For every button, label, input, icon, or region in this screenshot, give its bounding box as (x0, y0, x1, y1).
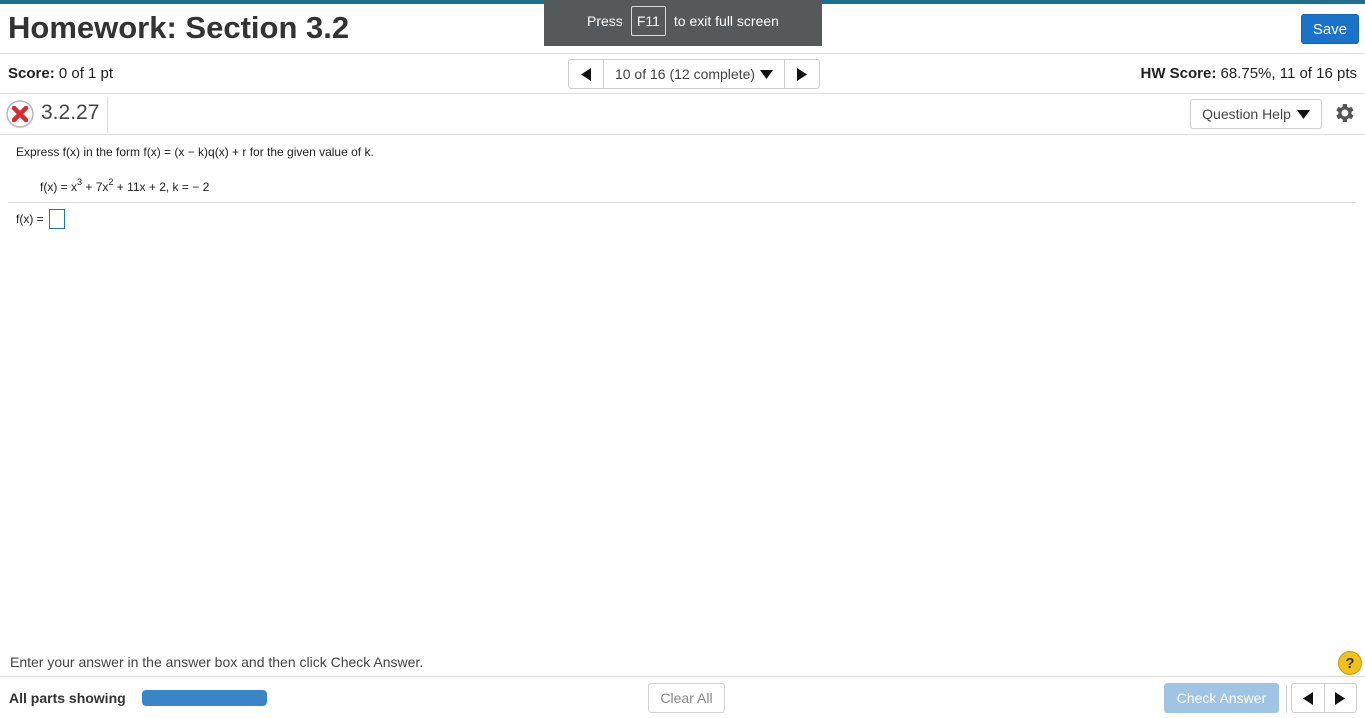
score-value: 0 of 1 pt (58, 65, 114, 82)
expression-suffix: + 11x + 2, k = − 2 (113, 180, 210, 194)
question-help-button[interactable]: Question Help (1190, 99, 1322, 129)
divider (0, 134, 1365, 135)
next-question-button[interactable] (785, 60, 819, 88)
footer-instruction: Enter your answer in the answer box and … (10, 654, 424, 670)
arrow-left-icon (1302, 691, 1313, 705)
divider (1286, 685, 1287, 713)
divider (0, 93, 1365, 94)
divider (0, 53, 1365, 54)
answer-input[interactable] (49, 209, 65, 229)
expression-middle: + 7x (82, 180, 109, 194)
answer-label: f(x) = (16, 212, 44, 226)
arrow-left-icon (581, 67, 591, 81)
question-list-dropdown[interactable]: 10 of 16 (12 complete) (603, 60, 785, 88)
expression-prefix: f(x) = x (40, 180, 78, 194)
x-icon (6, 100, 34, 128)
chevron-down-icon (760, 69, 774, 79)
question-position: 10 of 16 (12 complete) (614, 66, 756, 82)
check-answer-button[interactable]: Check Answer (1164, 683, 1279, 713)
hw-score-label: HW Score: (1140, 65, 1217, 82)
previous-question-button[interactable] (1292, 684, 1324, 712)
fullscreen-rest-text: to exit full screen (673, 13, 779, 29)
f11-key: F11 (630, 6, 666, 36)
previous-question-button[interactable] (569, 60, 603, 88)
hw-score: HW Score: 68.75%, 11 of 16 pts (1140, 65, 1357, 82)
arrow-right-icon (1335, 691, 1346, 705)
question-id: 3.2.27 (41, 101, 100, 124)
chevron-down-icon (1296, 109, 1310, 119)
fullscreen-banner: Press F11 to exit full screen (544, 0, 822, 46)
fullscreen-press-text: Press (587, 13, 623, 29)
save-button[interactable]: Save (1301, 14, 1359, 44)
gear-icon[interactable] (1332, 101, 1356, 125)
question-expression: f(x) = x3 + 7x2 + 11x + 2, k = − 2 (40, 177, 209, 194)
divider (0, 676, 1365, 677)
progress-bar (142, 690, 267, 706)
parts-showing-label: All parts showing (9, 690, 126, 706)
divider (107, 97, 108, 133)
clear-all-button[interactable]: Clear All (648, 683, 725, 713)
help-icon[interactable]: ? (1338, 651, 1362, 675)
footer-pager (1291, 683, 1357, 713)
question-instruction: Express f(x) in the form f(x) = (x − k)q… (16, 145, 374, 159)
next-question-button[interactable] (1323, 684, 1357, 712)
question-help-label: Question Help (1202, 106, 1291, 122)
arrow-right-icon (797, 67, 807, 81)
score-label: Score: (8, 65, 55, 82)
divider (8, 202, 1356, 203)
question-navigator: 10 of 16 (12 complete) (568, 59, 820, 89)
score: Score: 0 of 1 pt (8, 65, 113, 82)
page-title: Homework: Section 3.2 (8, 10, 350, 45)
hw-score-value: 68.75%, 11 of 16 pts (1220, 65, 1358, 82)
